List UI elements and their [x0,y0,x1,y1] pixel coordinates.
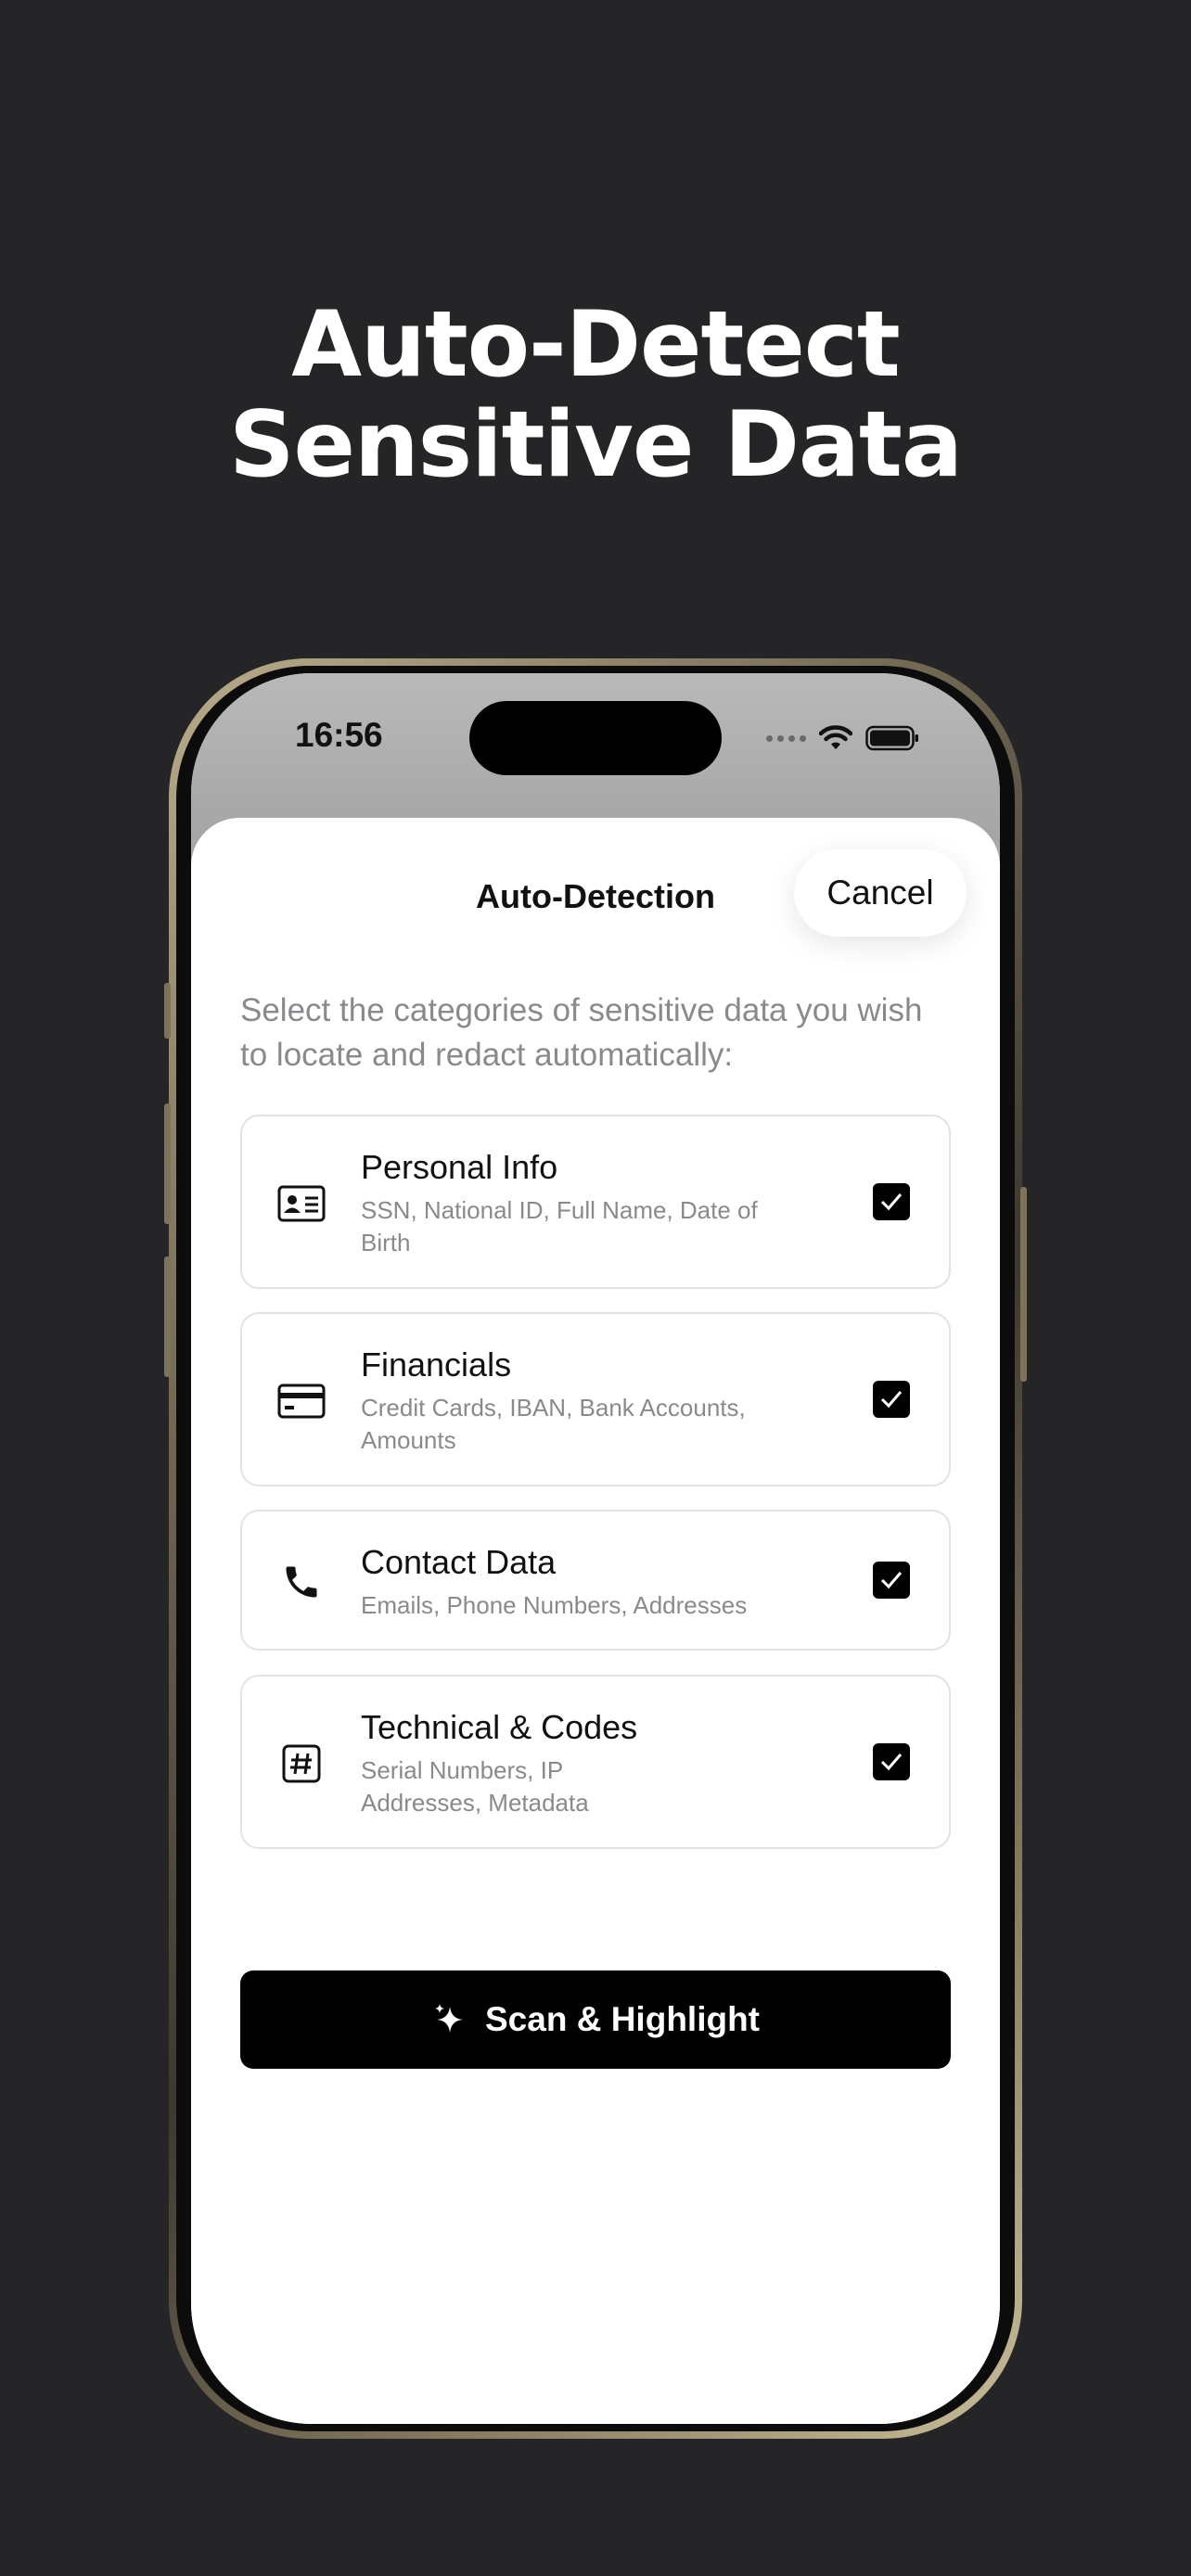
category-description: SSN, National ID, Full Name, Date of Bir… [361,1196,758,1256]
checkmark-icon [880,1753,903,1771]
checkmark-icon [880,1391,903,1409]
phone-screen: 16:56 Auto-Detection Cancel Select the c… [191,673,1000,2424]
category-description: Credit Cards, IBAN, Bank Accounts, Amoun… [361,1394,746,1454]
dynamic-island [469,701,722,775]
phone-power-button [1020,1187,1027,1382]
category-card-contact-data[interactable]: Contact Data Emails, Phone Numbers, Addr… [240,1510,951,1651]
checkmark-icon [880,1193,903,1211]
instructions-text: Select the categories of sensitive data … [240,992,923,1073]
category-title: Contact Data [361,1543,557,1581]
hashtag-icon [275,1738,327,1790]
category-title: Technical & Codes [361,1708,638,1746]
phone-volume-down-button [164,1256,171,1377]
category-description: Serial Numbers, IP Addresses, Metadata [361,1756,589,1817]
battery-icon [865,725,918,751]
status-bar: 16:56 [191,673,1000,840]
category-card-financials[interactable]: Financials Credit Cards, IBAN, Bank Acco… [240,1312,951,1486]
scan-button-label: Scan & Highlight [485,2000,760,2038]
marketing-headline: Auto-Detect Sensitive Data [0,295,1191,495]
checkmark-icon [880,1572,903,1589]
headline-line-2: Sensitive Data [228,392,963,498]
status-time: 16:56 [295,716,383,754]
credit-card-icon [275,1375,327,1427]
category-card-technical-codes[interactable]: Technical & Codes Serial Numbers, IP Add… [240,1675,951,1849]
category-checkbox-contact-data[interactable] [873,1562,910,1599]
phone-action-button [164,983,171,1039]
id-card-icon [275,1178,327,1230]
category-title: Personal Info [361,1148,558,1186]
phone-volume-up-button [164,1103,171,1224]
wifi-icon [819,725,852,749]
cellular-signal-icon [766,734,806,742]
auto-detection-sheet: Auto-Detection Cancel Select the categor… [191,818,1000,2424]
category-checkbox-technical-codes[interactable] [873,1743,910,1780]
category-title: Financials [361,1345,512,1384]
category-checkbox-financials[interactable] [873,1381,910,1418]
sparkles-icon [435,2004,463,2033]
scan-highlight-button[interactable]: Scan & Highlight [240,1970,951,2069]
category-checkbox-personal-info[interactable] [873,1183,910,1220]
category-description: Emails, Phone Numbers, Addresses [361,1591,748,1619]
phone-icon [275,1556,327,1608]
headline-line-1: Auto-Detect [291,292,901,398]
status-icons [766,720,919,757]
cancel-button[interactable]: Cancel [794,849,967,937]
category-card-personal-info[interactable]: Personal Info SSN, National ID, Full Nam… [240,1115,951,1289]
